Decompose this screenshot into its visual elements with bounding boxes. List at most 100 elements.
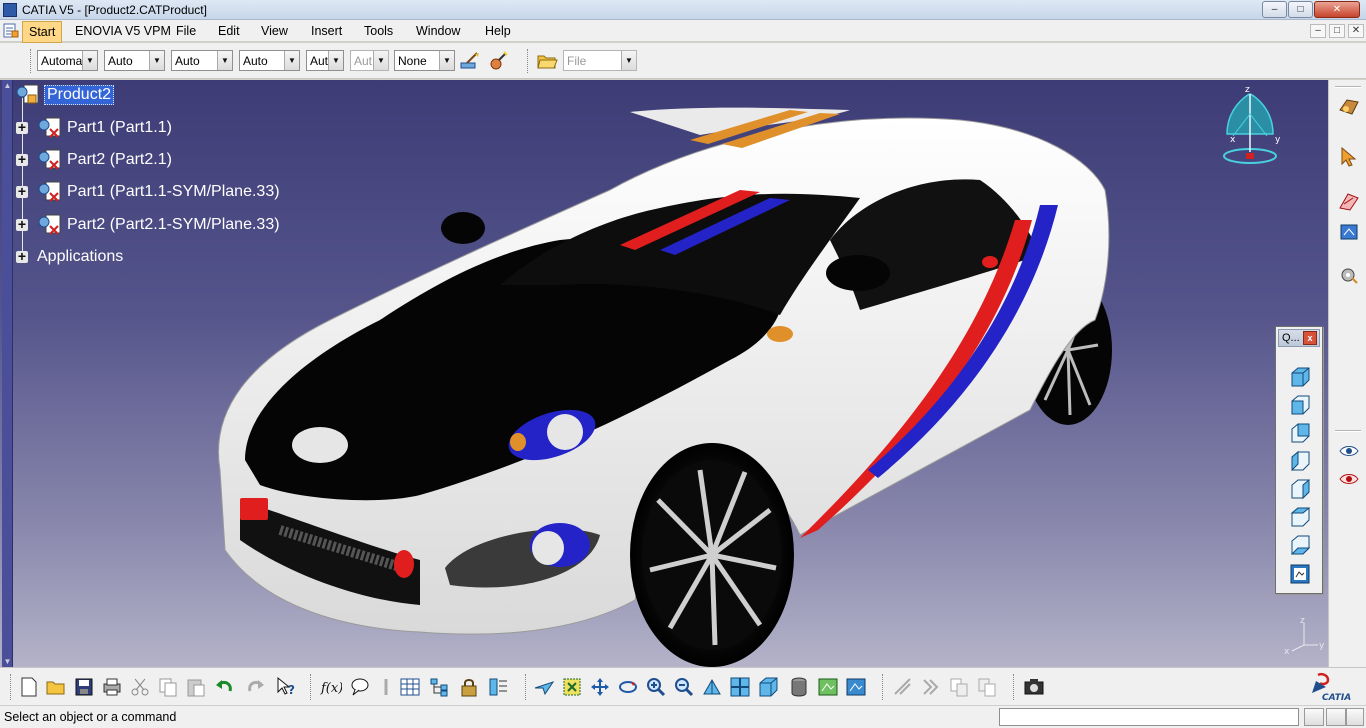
paste-icon[interactable] <box>185 676 207 698</box>
back-view-icon[interactable] <box>1288 421 1312 445</box>
menu-view[interactable]: View <box>261 24 288 38</box>
pan-icon[interactable] <box>589 676 611 698</box>
formula-icon[interactable]: f(x) <box>320 676 342 698</box>
maximize-button[interactable]: □ <box>1288 1 1313 18</box>
close-icon[interactable]: x <box>1303 331 1317 345</box>
menu-tools[interactable]: Tools <box>364 24 393 38</box>
3d-viewport[interactable]: ▲ ▼ Product2 + Part1 (Part1.1) + Part2 (… <box>0 80 1328 667</box>
named-views-icon[interactable] <box>1288 562 1312 586</box>
tree-node-part1-sym[interactable]: + Part1 (Part1.1-SYM/Plane.33) <box>16 180 316 204</box>
save-icon[interactable] <box>73 676 95 698</box>
toolbar-grip[interactable] <box>527 49 530 73</box>
sketch-icon[interactable] <box>1338 190 1360 212</box>
constraint-icon[interactable] <box>1338 220 1360 242</box>
capture-icon[interactable] <box>1023 676 1045 698</box>
new-icon[interactable] <box>18 676 40 698</box>
tree-node-part2[interactable]: + Part2 (Part2.1) <box>16 148 276 172</box>
print-icon[interactable] <box>101 676 123 698</box>
swap-visible-space-icon[interactable] <box>1338 468 1360 490</box>
menu-file[interactable]: File <box>176 24 196 38</box>
tree-node-product2[interactable]: Product2 <box>14 83 134 107</box>
left-view-icon[interactable] <box>1288 449 1312 473</box>
copy-props-icon[interactable] <box>948 676 970 698</box>
wizard-icon[interactable] <box>487 51 509 71</box>
tree-node-part2-sym[interactable]: + Part2 (Part2.1-SYM/Plane.33) <box>16 213 316 237</box>
tree-icon[interactable] <box>428 676 450 698</box>
menu-window[interactable]: Window <box>416 24 460 38</box>
expand-icon[interactable]: + <box>16 120 28 134</box>
measure-icon[interactable] <box>375 676 397 698</box>
table-icon[interactable] <box>399 676 421 698</box>
redo-icon[interactable] <box>245 676 267 698</box>
snap-icon[interactable] <box>892 676 914 698</box>
cut-icon[interactable] <box>129 676 151 698</box>
command-input[interactable] <box>999 708 1299 726</box>
compass-icon[interactable]: z x y <box>1215 84 1285 174</box>
render-style-icon[interactable] <box>788 676 810 698</box>
toolbar-grip[interactable] <box>30 49 33 73</box>
paste-props-icon[interactable] <box>976 676 998 698</box>
tree-node-label[interactable]: Part2 (Part2.1) <box>67 151 172 169</box>
tree-node-label[interactable]: Part1 (Part1.1-SYM/Plane.33) <box>67 183 280 201</box>
minimize-button[interactable]: – <box>1262 1 1287 18</box>
tree-node-label[interactable]: Product2 <box>44 85 115 105</box>
mdi-restore-button[interactable]: □ <box>1329 24 1345 38</box>
tree-node-label[interactable]: Part1 (Part1.1) <box>67 119 172 137</box>
zoom-out-icon[interactable] <box>673 676 695 698</box>
document-icon[interactable] <box>3 23 19 38</box>
chevron-down-icon[interactable]: ▼ <box>149 51 164 70</box>
spin-icon[interactable] <box>920 676 942 698</box>
lock-icon[interactable] <box>458 676 480 698</box>
front-view-icon[interactable] <box>1288 393 1312 417</box>
comment-icon[interactable] <box>349 676 371 698</box>
expand-icon[interactable]: + <box>16 249 28 263</box>
product-structure-icon[interactable] <box>1338 96 1360 118</box>
command-history-button[interactable] <box>1304 708 1324 726</box>
command-close-button[interactable] <box>1346 708 1364 726</box>
open-icon[interactable] <box>45 676 67 698</box>
menu-enovia[interactable]: ENOVIA V5 VPM <box>75 24 171 38</box>
menu-help[interactable]: Help <box>485 24 511 38</box>
close-button[interactable]: ✕ <box>1314 1 1360 18</box>
mdi-minimize-button[interactable]: – <box>1310 24 1326 38</box>
tree-node-label[interactable]: Applications <box>37 248 123 266</box>
catalog-icon[interactable] <box>487 676 509 698</box>
expand-icon[interactable]: + <box>16 152 28 166</box>
chevron-down-icon[interactable]: ▼ <box>328 51 343 70</box>
undo-icon[interactable] <box>213 676 235 698</box>
chevron-down-icon[interactable]: ▼ <box>217 51 232 70</box>
bottom-view-icon[interactable] <box>1288 533 1312 557</box>
command-mode-button[interactable] <box>1326 708 1346 726</box>
zoom-in-icon[interactable] <box>645 676 667 698</box>
color-combo[interactable]: Automa ▼ <box>37 50 98 71</box>
painter-icon[interactable] <box>459 51 481 71</box>
hide-show-icon[interactable] <box>845 676 867 698</box>
rotate-icon[interactable] <box>617 676 639 698</box>
tree-node-part1[interactable]: + Part1 (Part1.1) <box>16 116 276 140</box>
normal-view-icon[interactable] <box>701 676 723 698</box>
chevron-down-icon[interactable]: ▼ <box>439 51 454 70</box>
thickness-combo[interactable]: Auto ▼ <box>239 50 300 71</box>
fly-mode-icon[interactable] <box>533 676 555 698</box>
top-view-icon[interactable] <box>1288 505 1312 529</box>
tree-node-applications[interactable]: + Applications <box>16 245 156 269</box>
copy-icon[interactable] <box>157 676 179 698</box>
select-icon[interactable] <box>1338 146 1360 168</box>
multi-view-icon[interactable] <box>729 676 751 698</box>
quick-view-toolbar-titlebar[interactable]: Q... x <box>1278 329 1320 347</box>
gear-icon[interactable] <box>1338 264 1360 286</box>
layer-combo[interactable]: None ▼ <box>394 50 455 71</box>
chevron-down-icon[interactable]: ▼ <box>284 51 299 70</box>
isometric-icon[interactable] <box>757 676 779 698</box>
chevron-down-icon[interactable]: ▼ <box>82 51 97 70</box>
linetype-combo[interactable]: Auto ▼ <box>171 50 233 71</box>
point-symbol-combo[interactable]: Aut ▼ <box>306 50 344 71</box>
menu-edit[interactable]: Edit <box>218 24 240 38</box>
open-folder-icon[interactable] <box>536 51 558 71</box>
tree-node-label[interactable]: Part2 (Part2.1-SYM/Plane.33) <box>67 216 280 234</box>
menu-start[interactable]: Start <box>22 21 63 43</box>
expand-icon[interactable]: + <box>16 184 28 198</box>
fit-all-icon[interactable] <box>561 676 583 698</box>
create-view-icon[interactable] <box>817 676 839 698</box>
expand-icon[interactable]: + <box>16 217 28 231</box>
